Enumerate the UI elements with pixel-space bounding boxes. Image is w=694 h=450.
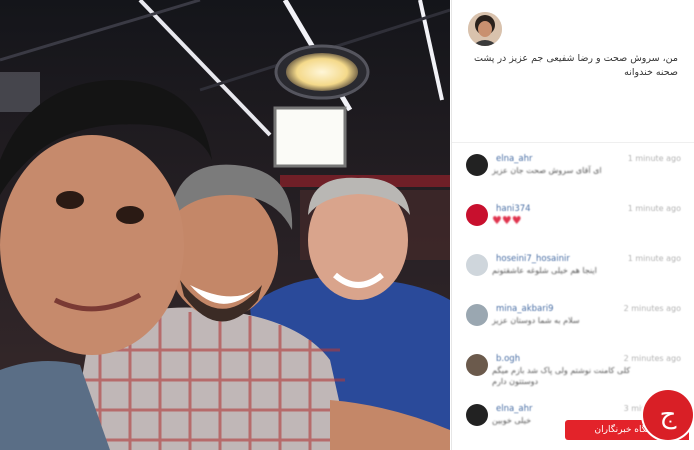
comment-timestamp: 2 minutes ago [623, 304, 681, 313]
watermark-badge: باشگاه خبرنگاران ج [555, 390, 694, 450]
comment-username[interactable]: elna_ahr [496, 154, 533, 164]
post-caption: من، سروش صحت و رضا شفیعی جم عزیز در پشت … [473, 53, 678, 78]
selfie-image [0, 0, 450, 450]
comment-timestamp: 1 minute ago [627, 254, 681, 263]
comment-timestamp: 2 minutes ago [623, 354, 681, 363]
commenter-avatar[interactable] [466, 154, 488, 176]
comment-text: کلی کامنت نوشتم ولی پاک شد بازم میگم دوس… [492, 366, 631, 386]
comment-text: سلام به شما دوستان عزیز [492, 316, 580, 325]
comment-row: elna_ahr 1 minute ago ای آقای سروش صحت جان… [452, 148, 694, 198]
commenter-avatar[interactable] [466, 254, 488, 276]
post-header: من، سروش صحت و رضا شفیعی جم عزیز در پشت … [452, 0, 694, 143]
comment-row: hani374 1 minute ago ♥♥♥ [452, 198, 694, 248]
comment-username[interactable]: mina_akbari9 [496, 304, 554, 314]
comment-text: ♥♥♥ [492, 214, 522, 227]
commenter-avatar[interactable] [466, 304, 488, 326]
watermark-logo: ج [643, 390, 693, 440]
commenter-avatar[interactable] [466, 404, 488, 426]
instagram-post: من، سروش صحت و رضا شفیعی جم عزیز در پشت … [0, 0, 694, 450]
comment-username[interactable]: b.ogh [496, 354, 520, 364]
commenter-avatar[interactable] [466, 204, 488, 226]
commenter-avatar[interactable] [466, 354, 488, 376]
author-avatar-image [468, 12, 502, 46]
post-photo[interactable] [0, 0, 450, 450]
comment-text: اینجا هم خیلی شلوغه عاشقتونم [492, 266, 597, 275]
comment-row: mina_akbari9 2 minutes ago سلام به شما دوس… [452, 298, 694, 348]
author-avatar[interactable] [468, 12, 502, 46]
post-sidebar: من، سروش صحت و رضا شفیعی جم عزیز در پشت … [451, 0, 694, 450]
comment-text: ای آقای سروش صحت جان عزیز [492, 166, 602, 175]
comment-row: hoseini7_hosainir 1 minute ago اینجا هم خی… [452, 248, 694, 298]
comment-username[interactable]: hoseini7_hosainir [496, 254, 570, 264]
comment-username[interactable]: hani374 [496, 204, 531, 214]
comment-timestamp: 1 minute ago [627, 154, 681, 163]
comment-username[interactable]: elna_ahr [496, 404, 533, 414]
comment-timestamp: 1 minute ago [627, 204, 681, 213]
